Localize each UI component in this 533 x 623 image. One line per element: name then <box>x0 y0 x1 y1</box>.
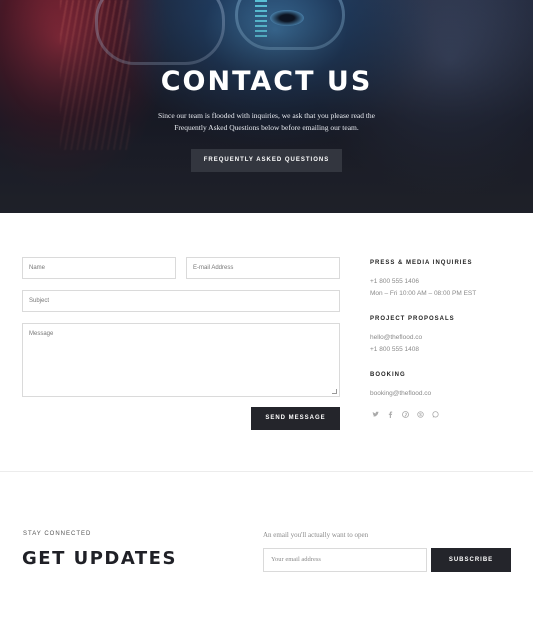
newsletter-kicker: STAY CONNECTED <box>23 531 92 537</box>
booking-heading: BOOKING <box>370 372 406 378</box>
newsletter-title: GET UPDATES <box>22 548 177 569</box>
newsletter-email-placeholder: Your email address <box>271 556 321 563</box>
name-field[interactable]: Name <box>22 257 176 279</box>
projects-email[interactable]: hello@theflood.co <box>370 334 422 341</box>
resize-handle-icon[interactable] <box>332 389 337 394</box>
whatsapp-icon[interactable] <box>432 411 439 419</box>
message-placeholder: Message <box>29 331 54 337</box>
email-field[interactable]: E-mail Address <box>186 257 340 279</box>
hero-description: Since our team is flooded with inquiries… <box>140 110 393 134</box>
name-placeholder: Name <box>29 265 46 271</box>
booking-email[interactable]: booking@theflood.co <box>370 390 431 397</box>
social-links <box>372 411 439 419</box>
pinterest-icon[interactable] <box>402 411 409 419</box>
hero-description-line-2: Frequently Asked Questions below before … <box>174 123 359 132</box>
page-title: CONTACT US <box>160 66 373 97</box>
email-placeholder: E-mail Address <box>193 265 234 271</box>
hero-overlay <box>0 0 533 213</box>
hero-description-line-1: Since our team is flooded with inquiries… <box>157 111 376 120</box>
twitter-icon[interactable] <box>372 411 379 419</box>
newsletter-email-input[interactable]: Your email address <box>263 548 427 572</box>
projects-heading: PROJECT PROPOSALS <box>370 316 455 322</box>
subject-field[interactable]: Subject <box>22 290 340 312</box>
projects-phone[interactable]: +1 800 555 1408 <box>370 346 419 353</box>
skype-icon[interactable] <box>417 411 424 419</box>
press-phone[interactable]: +1 800 555 1406 <box>370 278 419 285</box>
press-hours: Mon – Fri 10:00 AM – 08:00 PM EST <box>370 290 477 297</box>
subscribe-button[interactable]: SUBSCRIBE <box>431 548 511 572</box>
subject-placeholder: Subject <box>29 298 50 304</box>
hero-banner: CONTACT US Since our team is flooded wit… <box>0 0 533 213</box>
press-heading: PRESS & MEDIA INQUIRIES <box>370 260 473 266</box>
newsletter-note: An email you'll actually want to open <box>263 531 369 539</box>
facebook-icon[interactable] <box>387 411 394 419</box>
message-field[interactable]: Message <box>22 323 340 397</box>
send-message-button[interactable]: SEND MESSAGE <box>251 407 340 430</box>
faq-button[interactable]: FREQUENTLY ASKED QUESTIONS <box>191 149 342 172</box>
section-divider <box>0 471 533 472</box>
